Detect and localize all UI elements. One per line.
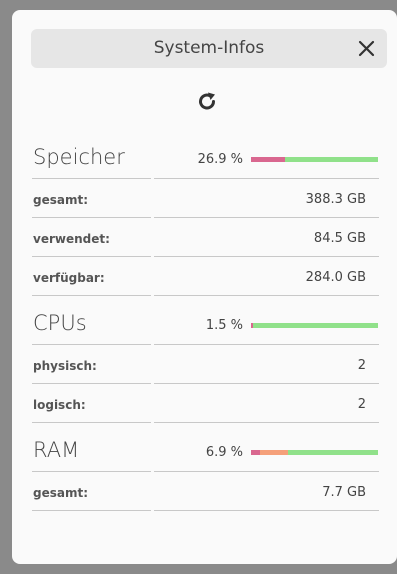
- storage-available-value: 284.0 GB: [305, 270, 366, 285]
- divider: [154, 178, 379, 179]
- ram-usage-used: [251, 450, 260, 455]
- divider: [32, 344, 151, 345]
- storage-total-label: gesamt:: [33, 193, 89, 207]
- panel-header: System-Infos: [31, 29, 387, 68]
- divider: [32, 295, 151, 296]
- divider: [32, 217, 151, 218]
- storage-usage-used: [251, 157, 286, 162]
- storage-title: Speicher: [33, 145, 125, 169]
- cpus-logical-label: logisch:: [33, 398, 86, 412]
- divider: [154, 295, 379, 296]
- cpus-title: CPUs: [33, 311, 87, 335]
- ram-total-value: 7.7 GB: [322, 485, 366, 500]
- storage-used-value: 84.5 GB: [313, 231, 366, 246]
- refresh-icon[interactable]: [195, 89, 219, 113]
- ram-percent: 6.9 %: [205, 445, 243, 460]
- ram-usage-secondary: [259, 450, 288, 455]
- close-icon[interactable]: [354, 36, 379, 61]
- ram-total-label: gesamt:: [33, 486, 89, 500]
- panel-title: System-Infos: [153, 38, 265, 58]
- divider: [32, 256, 151, 257]
- storage-usage-bar: [251, 157, 378, 162]
- divider: [32, 510, 151, 511]
- system-info-panel: System-Infos Speicher 26.9 % gesamt: 388…: [12, 10, 397, 564]
- divider: [154, 471, 379, 472]
- cpus-percent: 1.5 %: [205, 318, 243, 333]
- storage-percent: 26.9 %: [197, 152, 243, 167]
- divider: [154, 510, 379, 511]
- divider: [154, 344, 379, 345]
- cpus-physical-value: 2: [357, 358, 366, 373]
- cpus-usage-used: [251, 323, 253, 328]
- divider: [154, 422, 379, 423]
- storage-used-label: verwendet:: [33, 232, 110, 246]
- ram-title: RAM: [33, 438, 80, 462]
- cpus-usage-bar: [251, 323, 378, 328]
- cpus-logical-value: 2: [357, 397, 366, 412]
- cpus-physical-label: physisch:: [33, 359, 97, 373]
- divider: [154, 383, 379, 384]
- ram-usage-bar: [251, 450, 378, 455]
- divider: [154, 256, 379, 257]
- divider: [32, 422, 151, 423]
- divider: [32, 471, 151, 472]
- divider: [154, 217, 379, 218]
- divider: [32, 383, 151, 384]
- divider: [32, 178, 151, 179]
- storage-available-label: verfügbar:: [33, 271, 105, 285]
- storage-total-value: 388.3 GB: [305, 192, 366, 207]
